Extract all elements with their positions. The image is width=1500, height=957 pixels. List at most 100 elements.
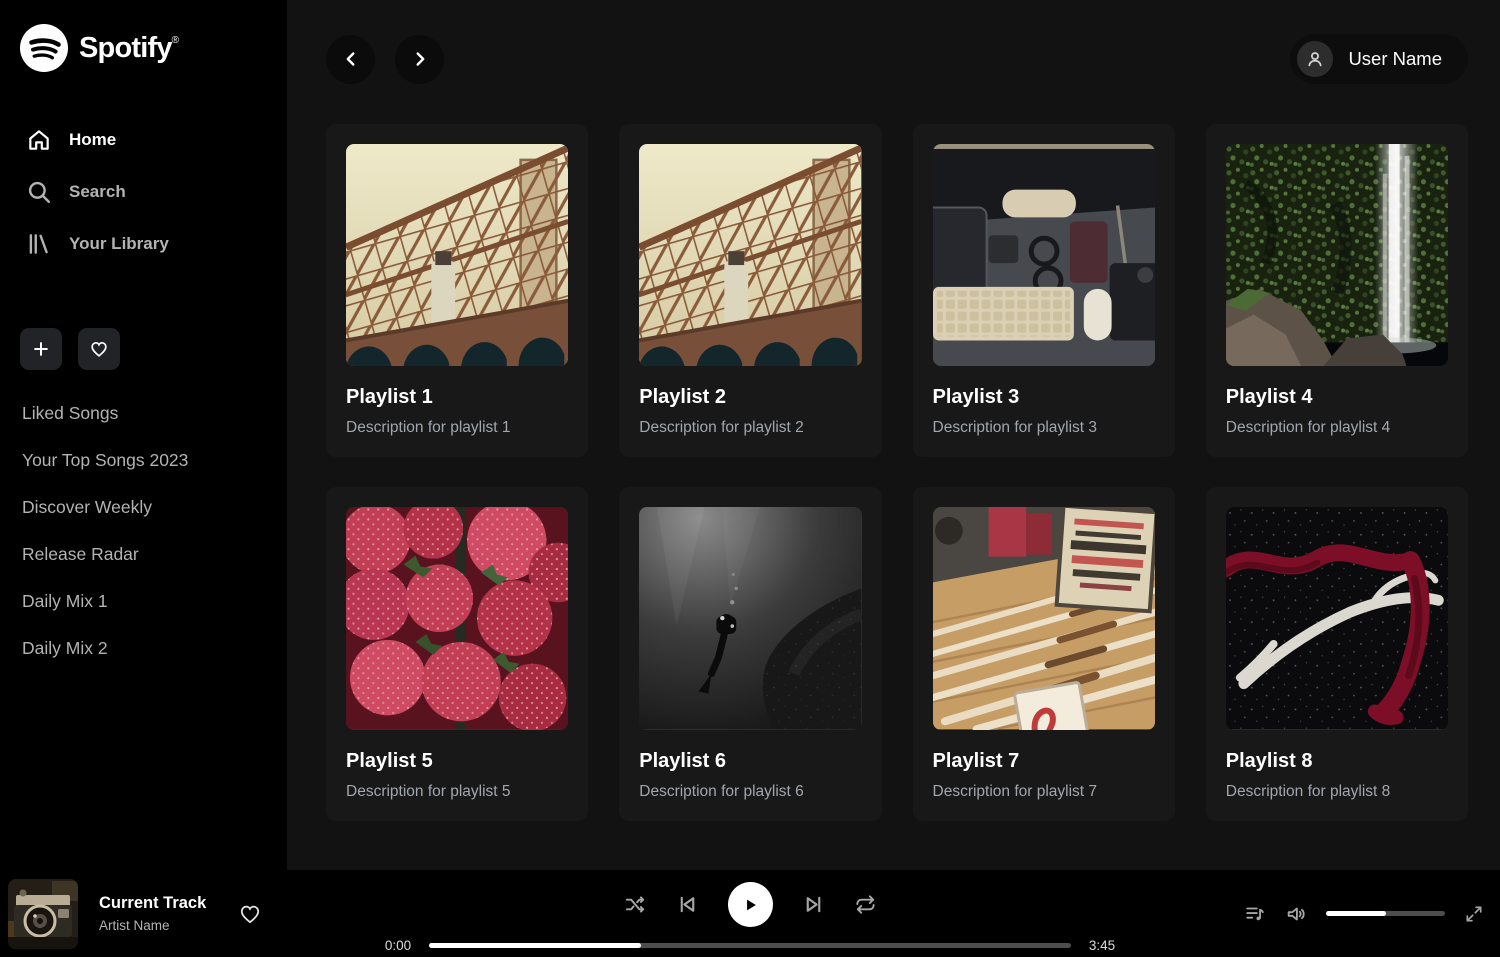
sidebar-item-label: Home [69, 130, 116, 150]
playlist-cover-art-strawberries [346, 507, 568, 729]
queue-icon [1244, 903, 1266, 925]
liked-songs-button[interactable] [78, 328, 120, 370]
main-content: User Name [287, 0, 1500, 870]
sidebar-item-home[interactable]: Home [20, 114, 267, 166]
playlist-cover-art-waterfall [1226, 144, 1448, 366]
playlist-description: Description for playlist 8 [1226, 783, 1448, 801]
progress-fill [429, 943, 641, 948]
playlist-card-1[interactable]: Playlist 1 Description for playlist 1 [326, 124, 588, 457]
playlist-title: Playlist 5 [346, 750, 568, 773]
playlist-card-8[interactable]: Playlist 8 Description for playlist 8 [1206, 487, 1468, 820]
playlist-card-2[interactable]: Playlist 2 Description for playlist 2 [619, 124, 881, 457]
heart-icon [89, 339, 109, 359]
track-meta: Current Track Artist Name [99, 894, 206, 933]
next-icon [802, 893, 825, 916]
playlist-description: Description for playlist 6 [639, 783, 861, 801]
playlist-card-5[interactable]: Playlist 5 Description for playlist 5 [326, 487, 588, 820]
playlist-title: Playlist 2 [639, 386, 861, 409]
queue-button[interactable] [1244, 903, 1266, 925]
next-button[interactable] [802, 893, 825, 916]
playlist-description: Description for playlist 1 [346, 419, 568, 437]
user-icon [1304, 48, 1326, 70]
volume-button[interactable] [1285, 903, 1307, 925]
playlist-cover-art-desk [933, 144, 1155, 366]
app-window: Spotify® Home Search Your Library [0, 0, 1500, 870]
previous-icon [676, 893, 699, 916]
registered-mark: ® [172, 35, 179, 46]
playlist-cover-art-diver [639, 507, 861, 729]
playlist-title: Playlist 8 [1226, 750, 1448, 773]
playlist-link-daily-mix-2[interactable]: Daily Mix 2 [20, 625, 267, 672]
playlist-cover-art-bridge [639, 144, 861, 366]
playlist-card-7[interactable]: Playlist 7 Description for playlist 7 [913, 487, 1175, 820]
playlist-title: Playlist 1 [346, 386, 568, 409]
volume-slider[interactable] [1326, 911, 1445, 916]
playlist-description: Description for playlist 7 [933, 783, 1155, 801]
chevron-right-icon [409, 48, 431, 70]
heart-icon [238, 902, 262, 926]
playlist-card-4[interactable]: Playlist 4 Description for playlist 4 [1206, 124, 1468, 457]
playlist-title: Playlist 6 [639, 750, 861, 773]
playlist-cover-art-antler [1226, 507, 1448, 729]
now-playing: Current Track Artist Name [8, 879, 268, 949]
volume-icon [1285, 903, 1307, 925]
progress-bar[interactable] [429, 943, 1071, 948]
player-center: 0:00 3:45 [380, 870, 1120, 957]
playlist-title: Playlist 7 [933, 750, 1155, 773]
shuffle-button[interactable] [624, 893, 647, 916]
expand-icon [1464, 904, 1484, 924]
create-playlist-button[interactable] [20, 328, 62, 370]
sidebar: Spotify® Home Search Your Library [0, 0, 287, 870]
home-icon [26, 127, 52, 153]
user-menu-button[interactable]: User Name [1290, 34, 1468, 84]
track-artist: Artist Name [99, 918, 206, 933]
playlist-description: Description for playlist 5 [346, 783, 568, 801]
playlist-description: Description for playlist 4 [1226, 419, 1448, 437]
playlist-cover-art-rulers [933, 507, 1155, 729]
expand-button[interactable] [1464, 904, 1484, 924]
track-title: Current Track [99, 894, 206, 913]
volume-fill [1326, 911, 1386, 916]
playlist-cover-art-bridge [346, 144, 568, 366]
like-track-button[interactable] [232, 901, 268, 927]
logo-text: Spotify® [79, 32, 178, 65]
duration-time: 3:45 [1084, 938, 1120, 953]
playlist-card-3[interactable]: Playlist 3 Description for playlist 3 [913, 124, 1175, 457]
plus-icon [31, 339, 51, 359]
playlist-title: Playlist 4 [1226, 386, 1448, 409]
sidebar-item-label: Your Library [69, 234, 169, 254]
playlist-title: Playlist 3 [933, 386, 1155, 409]
progress-row: 0:00 3:45 [380, 938, 1120, 953]
sidebar-item-label: Search [69, 182, 126, 202]
sidebar-item-your-library[interactable]: Your Library [20, 218, 267, 270]
playlist-card-6[interactable]: Playlist 6 Description for playlist 6 [619, 487, 881, 820]
playlist-link-release-radar[interactable]: Release Radar [20, 531, 267, 578]
spotify-logo: Spotify® [20, 24, 267, 72]
previous-button[interactable] [676, 893, 699, 916]
sidebar-actions [20, 328, 267, 370]
playlist-link-liked-songs[interactable]: Liked Songs [20, 390, 267, 437]
topbar: User Name [326, 34, 1468, 84]
sidebar-nav: Home Search Your Library [20, 114, 267, 270]
repeat-button[interactable] [854, 893, 877, 916]
chevron-left-icon [340, 48, 362, 70]
playlist-description: Description for playlist 2 [639, 419, 861, 437]
playback-controls [624, 882, 877, 927]
player-bar: Current Track Artist Name [0, 870, 1500, 957]
play-icon [740, 895, 760, 915]
spotify-logo-icon [20, 24, 68, 72]
user-name: User Name [1348, 48, 1442, 70]
shuffle-icon [624, 893, 647, 916]
avatar [1297, 41, 1333, 77]
forward-button[interactable] [395, 35, 444, 84]
repeat-icon [854, 893, 877, 916]
search-icon [26, 179, 52, 205]
back-button[interactable] [326, 35, 375, 84]
playlist-link-discover-weekly[interactable]: Discover Weekly [20, 484, 267, 531]
playlist-link-daily-mix-1[interactable]: Daily Mix 1 [20, 578, 267, 625]
playlist-description: Description for playlist 3 [933, 419, 1155, 437]
sidebar-item-search[interactable]: Search [20, 166, 267, 218]
elapsed-time: 0:00 [380, 938, 416, 953]
play-button[interactable] [728, 882, 773, 927]
playlist-link-your-top-songs-2023[interactable]: Your Top Songs 2023 [20, 437, 267, 484]
